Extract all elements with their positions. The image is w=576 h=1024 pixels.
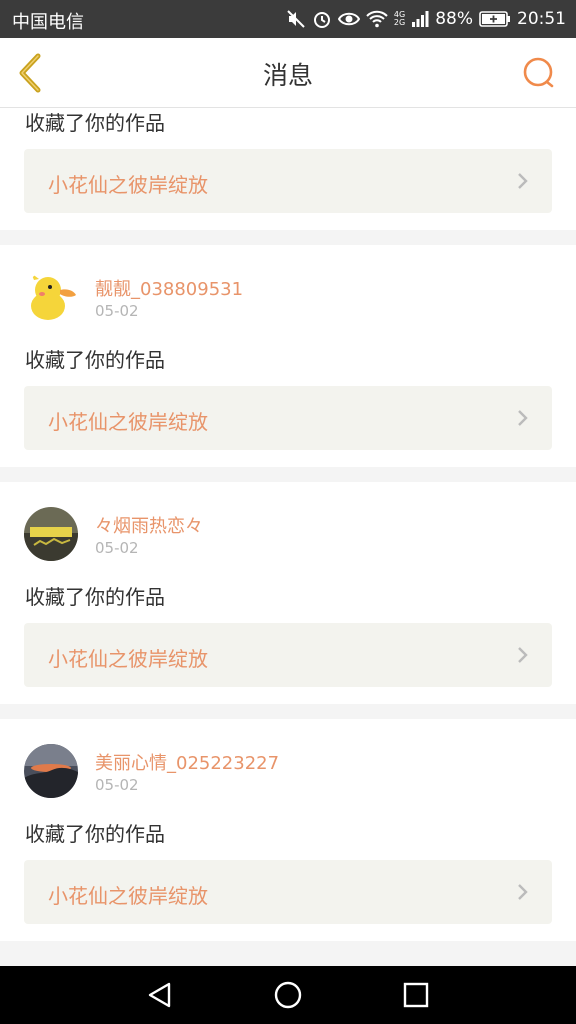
- network-type-bottom: 2G: [393, 18, 406, 27]
- battery-icon: [479, 10, 511, 28]
- username-link[interactable]: 美丽心情_025223227: [95, 749, 279, 775]
- chevron-right-icon: [518, 884, 528, 900]
- nav-recents-button[interactable]: [396, 976, 436, 1016]
- network-type: 4G 2G: [394, 11, 405, 27]
- work-title: 小花仙之彼岸绽放: [48, 884, 208, 908]
- avatar[interactable]: [24, 744, 78, 798]
- message-date: 05-02: [95, 776, 139, 794]
- message-card: 靓靓_038809531 05-02 收藏了你的作品 小花仙之彼岸绽放: [0, 245, 576, 467]
- status-bar: 中国电信 4G 2G 88% 20:51: [0, 0, 576, 38]
- message-date: 05-02: [95, 539, 139, 557]
- message-action-text: 收藏了你的作品: [25, 111, 165, 135]
- avatar[interactable]: [24, 507, 78, 561]
- message-date: 05-02: [95, 302, 139, 320]
- clock-time: 20:51: [517, 9, 566, 29]
- message-action-text: 收藏了你的作品: [25, 348, 165, 372]
- chevron-right-icon: [518, 647, 528, 663]
- eye-icon: [337, 9, 360, 29]
- message-card: 月美 05-02 收藏了你的作品 小花仙之彼岸绽放: [0, 108, 576, 230]
- mute-icon: [286, 9, 306, 29]
- message-list[interactable]: 月美 05-02 收藏了你的作品 小花仙之彼岸绽放: [0, 108, 576, 966]
- signal-icon: [411, 10, 429, 28]
- nav-home-button[interactable]: [268, 976, 308, 1016]
- battery-percent: 88%: [435, 9, 473, 29]
- header-bar: 消息: [0, 38, 576, 108]
- system-nav-bar: [0, 966, 576, 1024]
- user-avatar-image: [24, 507, 78, 561]
- message-card: 々烟雨热恋々 05-02 收藏了你的作品 小花仙之彼岸绽放: [0, 482, 576, 704]
- work-title: 小花仙之彼岸绽放: [48, 173, 208, 197]
- message-action-text: 收藏了你的作品: [25, 822, 165, 846]
- nav-back-button[interactable]: [140, 976, 180, 1016]
- avatar[interactable]: [24, 270, 78, 324]
- work-link[interactable]: 小花仙之彼岸绽放: [24, 386, 552, 450]
- message-action-text: 收藏了你的作品: [25, 585, 165, 609]
- chevron-right-icon: [518, 410, 528, 426]
- message-card: 美丽心情_025223227 05-02 收藏了你的作品 小花仙之彼岸绽放: [0, 719, 576, 941]
- circle-home-icon: [274, 981, 302, 1009]
- square-recents-icon: [403, 982, 429, 1008]
- triangle-back-icon: [148, 982, 171, 1008]
- username-link[interactable]: 靓靓_038809531: [95, 275, 243, 301]
- chevron-right-icon: [518, 173, 528, 189]
- work-title: 小花仙之彼岸绽放: [48, 647, 208, 671]
- user-avatar-image: [24, 744, 78, 798]
- alarm-icon: [312, 9, 332, 29]
- page-title: 消息: [262, 61, 313, 90]
- work-link[interactable]: 小花仙之彼岸绽放: [24, 623, 552, 687]
- work-title: 小花仙之彼岸绽放: [48, 410, 208, 434]
- work-link[interactable]: 小花仙之彼岸绽放: [24, 860, 552, 924]
- carrier-label: 中国电信: [12, 12, 84, 33]
- search-icon: [523, 57, 554, 88]
- search-button[interactable]: [520, 54, 558, 92]
- status-icons: 4G 2G 88% 20:51: [286, 0, 566, 38]
- wifi-icon: [366, 9, 388, 29]
- username-link[interactable]: 々烟雨热恋々: [95, 512, 203, 538]
- message-feed: 月美 05-02 收藏了你的作品 小花仙之彼岸绽放: [0, 108, 576, 956]
- duck-avatar-image: [24, 270, 78, 324]
- work-link[interactable]: 小花仙之彼岸绽放: [24, 149, 552, 213]
